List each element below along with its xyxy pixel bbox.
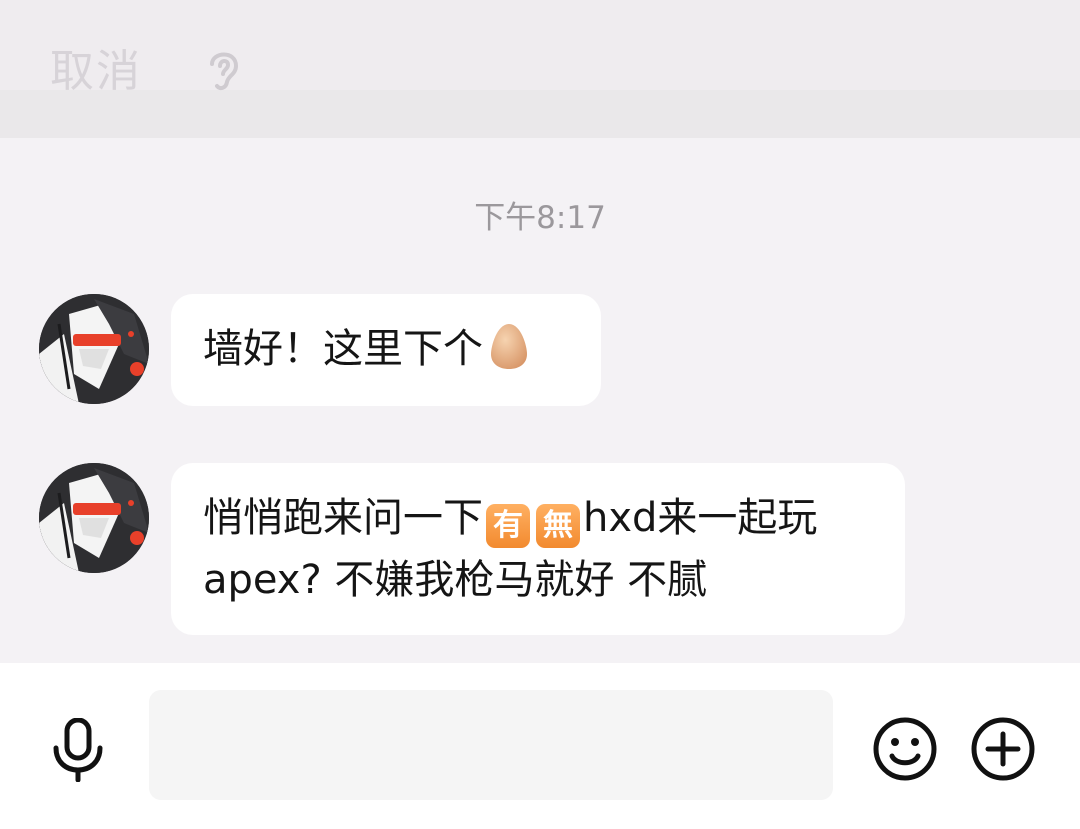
message-bubble[interactable]: 悄悄跑来问一下有無 hxd来一起玩apex? 不嫌我枪马就好 不腻 (171, 463, 905, 635)
ear-icon[interactable] (200, 44, 248, 96)
message-input[interactable] (149, 690, 833, 800)
chat-screen: 取消 下午8:17 墙好！这里下个 悄悄跑来问一下 有 無 hxd来一起玩ape… (0, 0, 1080, 829)
message-bubble[interactable]: 墙好！这里下个 (171, 294, 601, 406)
kanji-emoji-wu: 無 (536, 504, 580, 548)
top-bar-band (0, 90, 1080, 138)
egg-emoji-icon (489, 322, 529, 370)
user-avatar[interactable] (39, 294, 149, 404)
kanji-emoji-you: 有 (486, 504, 530, 548)
message-text-part1: 悄悄跑来问一下 (203, 495, 483, 541)
user-avatar[interactable] (39, 463, 149, 573)
microphone-icon[interactable] (48, 717, 108, 783)
cancel-button[interactable]: 取消 (50, 44, 142, 100)
smiley-icon[interactable] (872, 716, 938, 782)
message-text: 墙好！这里下个 (203, 326, 483, 372)
plus-circle-icon[interactable] (970, 716, 1036, 782)
top-bar (0, 0, 1080, 90)
message-timestamp: 下午8:17 (474, 200, 606, 236)
